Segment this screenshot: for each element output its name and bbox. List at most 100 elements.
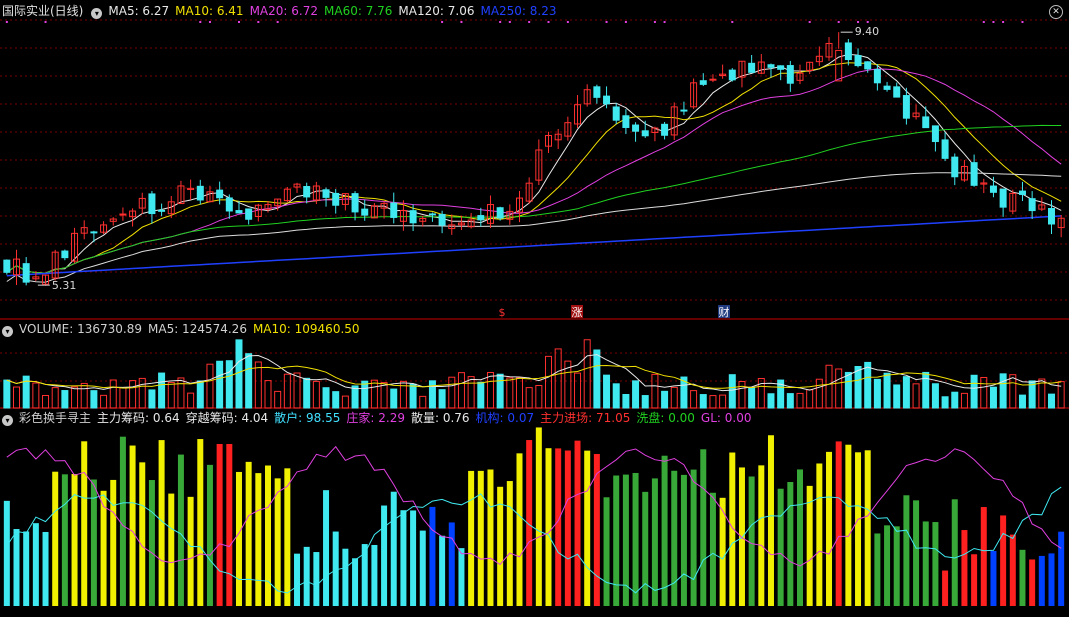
indicator-bar <box>893 526 900 606</box>
candle-body <box>970 162 978 186</box>
volume-bar <box>612 383 620 409</box>
indicator-bar <box>777 488 784 606</box>
indicator-bar <box>216 444 223 606</box>
signal-dot <box>5 21 8 23</box>
indicator-bar <box>855 452 862 606</box>
indicator-bar <box>148 480 155 606</box>
signal-dot <box>663 21 666 23</box>
volume-bar <box>409 383 417 409</box>
indicator-bar <box>942 570 949 606</box>
indicator-bar <box>642 491 649 606</box>
volume-bar <box>196 380 204 409</box>
indicator-bar <box>845 444 852 606</box>
indicator-bar <box>294 553 301 606</box>
candle-body <box>844 42 852 61</box>
volume-bar <box>1047 393 1055 409</box>
indicator-bar <box>884 525 891 606</box>
volume-bar <box>651 373 659 409</box>
volume-bar <box>535 384 543 409</box>
candle-body <box>1047 208 1055 225</box>
indicator-bar <box>110 479 117 606</box>
candle-body <box>409 210 417 224</box>
candle-body <box>303 186 311 198</box>
indicator-bar <box>767 435 774 606</box>
volume-bar <box>457 372 465 409</box>
volume-bar <box>370 379 378 409</box>
volume-bar <box>254 361 262 409</box>
candle-body <box>3 259 11 273</box>
indicator-bar <box>826 451 833 606</box>
candle-body <box>225 197 233 212</box>
ma60-line <box>6 124 1062 274</box>
volume-bar <box>873 378 881 409</box>
volume-bar <box>3 379 11 409</box>
volume-bar <box>129 380 137 409</box>
signal-dot <box>1002 21 1005 23</box>
indicator-bar <box>206 464 213 606</box>
candle-body <box>864 61 872 70</box>
volume-bar <box>1018 394 1026 409</box>
indicator-bar <box>13 529 20 606</box>
candle-body <box>119 213 127 216</box>
indicator-bar <box>71 474 78 606</box>
indicator-bar <box>352 558 359 606</box>
indicator-bar <box>139 462 146 606</box>
volume-bar <box>854 366 862 409</box>
indicator-bar <box>342 548 349 606</box>
indicator-bar <box>603 497 610 606</box>
volume-bar <box>148 389 156 409</box>
signal-dot <box>982 21 985 23</box>
volume-bar <box>80 382 88 409</box>
volume-bar <box>583 339 591 409</box>
volume-bar <box>477 381 485 409</box>
volume-bar <box>138 377 146 409</box>
indicator-bar <box>864 450 871 606</box>
volume-bar <box>515 377 523 409</box>
signal-dot <box>731 21 734 23</box>
volume-bar <box>187 392 195 409</box>
candle-body <box>777 65 785 70</box>
volume-bar <box>786 393 794 409</box>
candle-body <box>216 189 224 199</box>
candle-body <box>699 80 707 85</box>
indicator-bar <box>381 505 388 606</box>
candle-body <box>786 65 794 84</box>
indicator-bar <box>477 470 484 606</box>
indicator-bar <box>400 510 407 606</box>
indicator-bar <box>187 496 194 606</box>
volume-bar <box>158 372 166 409</box>
signal-dot <box>808 21 811 23</box>
volume-bar <box>902 376 910 409</box>
volume-bar <box>554 348 562 409</box>
candle-body <box>922 116 930 129</box>
volume-bar <box>719 394 727 409</box>
volume-bar <box>380 382 388 409</box>
indicator-bar <box>332 531 339 606</box>
candle-body <box>1028 198 1036 212</box>
volume-bar <box>825 364 833 409</box>
volume-bar <box>42 395 50 409</box>
indicator-bar <box>468 470 475 606</box>
candle-body <box>235 210 243 214</box>
volume-bar <box>351 385 359 409</box>
indicator-bar <box>874 533 881 606</box>
indicator-bar <box>168 493 175 606</box>
candle-body <box>22 263 30 283</box>
signal-dot <box>1021 21 1024 23</box>
volume-bar <box>844 371 852 409</box>
signal-dot <box>653 21 656 23</box>
candle-body <box>361 208 369 216</box>
indicator-bar <box>245 461 252 606</box>
volume-bar <box>970 374 978 409</box>
stock-chart[interactable]: 9.40 5.31 $ 涨 财 <box>0 0 1069 617</box>
volume-bar <box>61 390 69 409</box>
indicator-bar <box>419 530 426 606</box>
indicator-bar <box>1009 534 1016 606</box>
indicator-bar <box>3 500 10 606</box>
volume-bar <box>796 392 804 409</box>
candle-body <box>931 125 939 143</box>
indicator-bar <box>613 475 620 606</box>
volume-bar <box>341 395 349 409</box>
volume-bar <box>960 392 968 409</box>
indicator-bar <box>535 427 542 606</box>
